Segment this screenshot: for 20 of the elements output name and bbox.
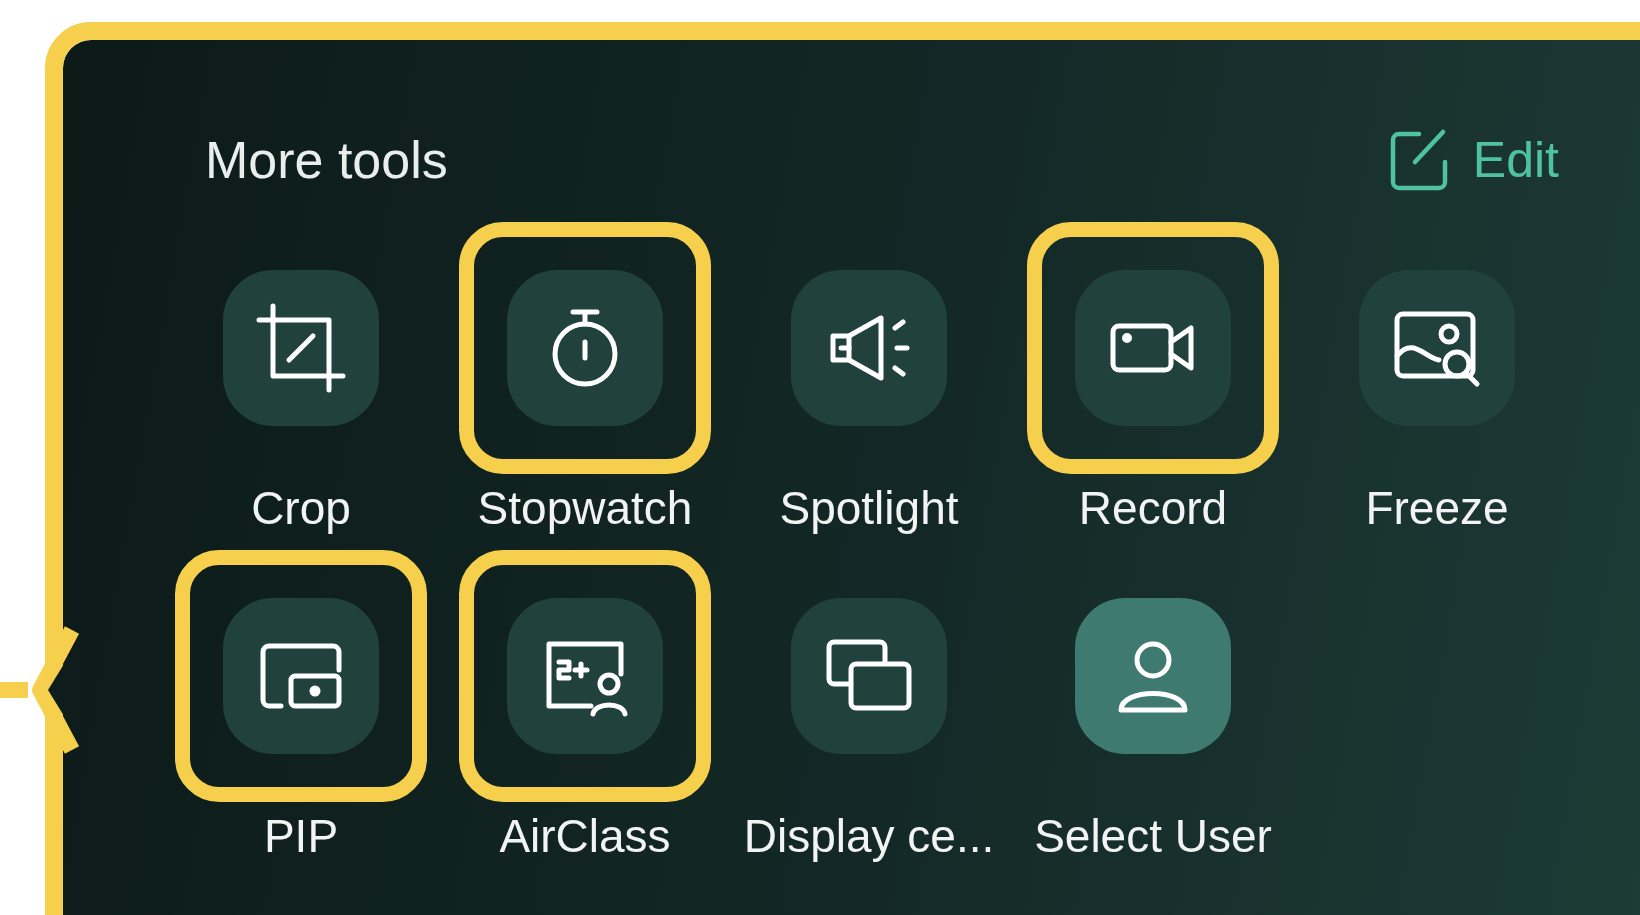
tool-label: Freeze <box>1365 481 1509 536</box>
tool-label: Record <box>1078 481 1228 536</box>
tool-button[interactable] <box>791 270 947 426</box>
tool-label: Spotlight <box>779 481 959 536</box>
tool-button[interactable] <box>791 598 947 754</box>
tool-button[interactable] <box>1075 598 1231 754</box>
tool-label: Display ce... <box>743 809 995 864</box>
edit-button[interactable]: Edit <box>1388 128 1559 192</box>
tool-label: Select User <box>1034 809 1272 864</box>
tool-label: AirClass <box>499 809 671 864</box>
panel-title: More tools <box>205 130 448 190</box>
tool-label: Crop <box>251 481 351 536</box>
tool-button[interactable] <box>223 270 379 426</box>
tool-button[interactable] <box>223 598 379 754</box>
tool-button[interactable] <box>1075 270 1231 426</box>
tool-button[interactable] <box>507 270 663 426</box>
tool-label: Stopwatch <box>477 481 693 536</box>
tool-button[interactable] <box>1359 270 1515 426</box>
tool-button[interactable] <box>507 598 663 754</box>
tool-label: PIP <box>263 809 339 864</box>
